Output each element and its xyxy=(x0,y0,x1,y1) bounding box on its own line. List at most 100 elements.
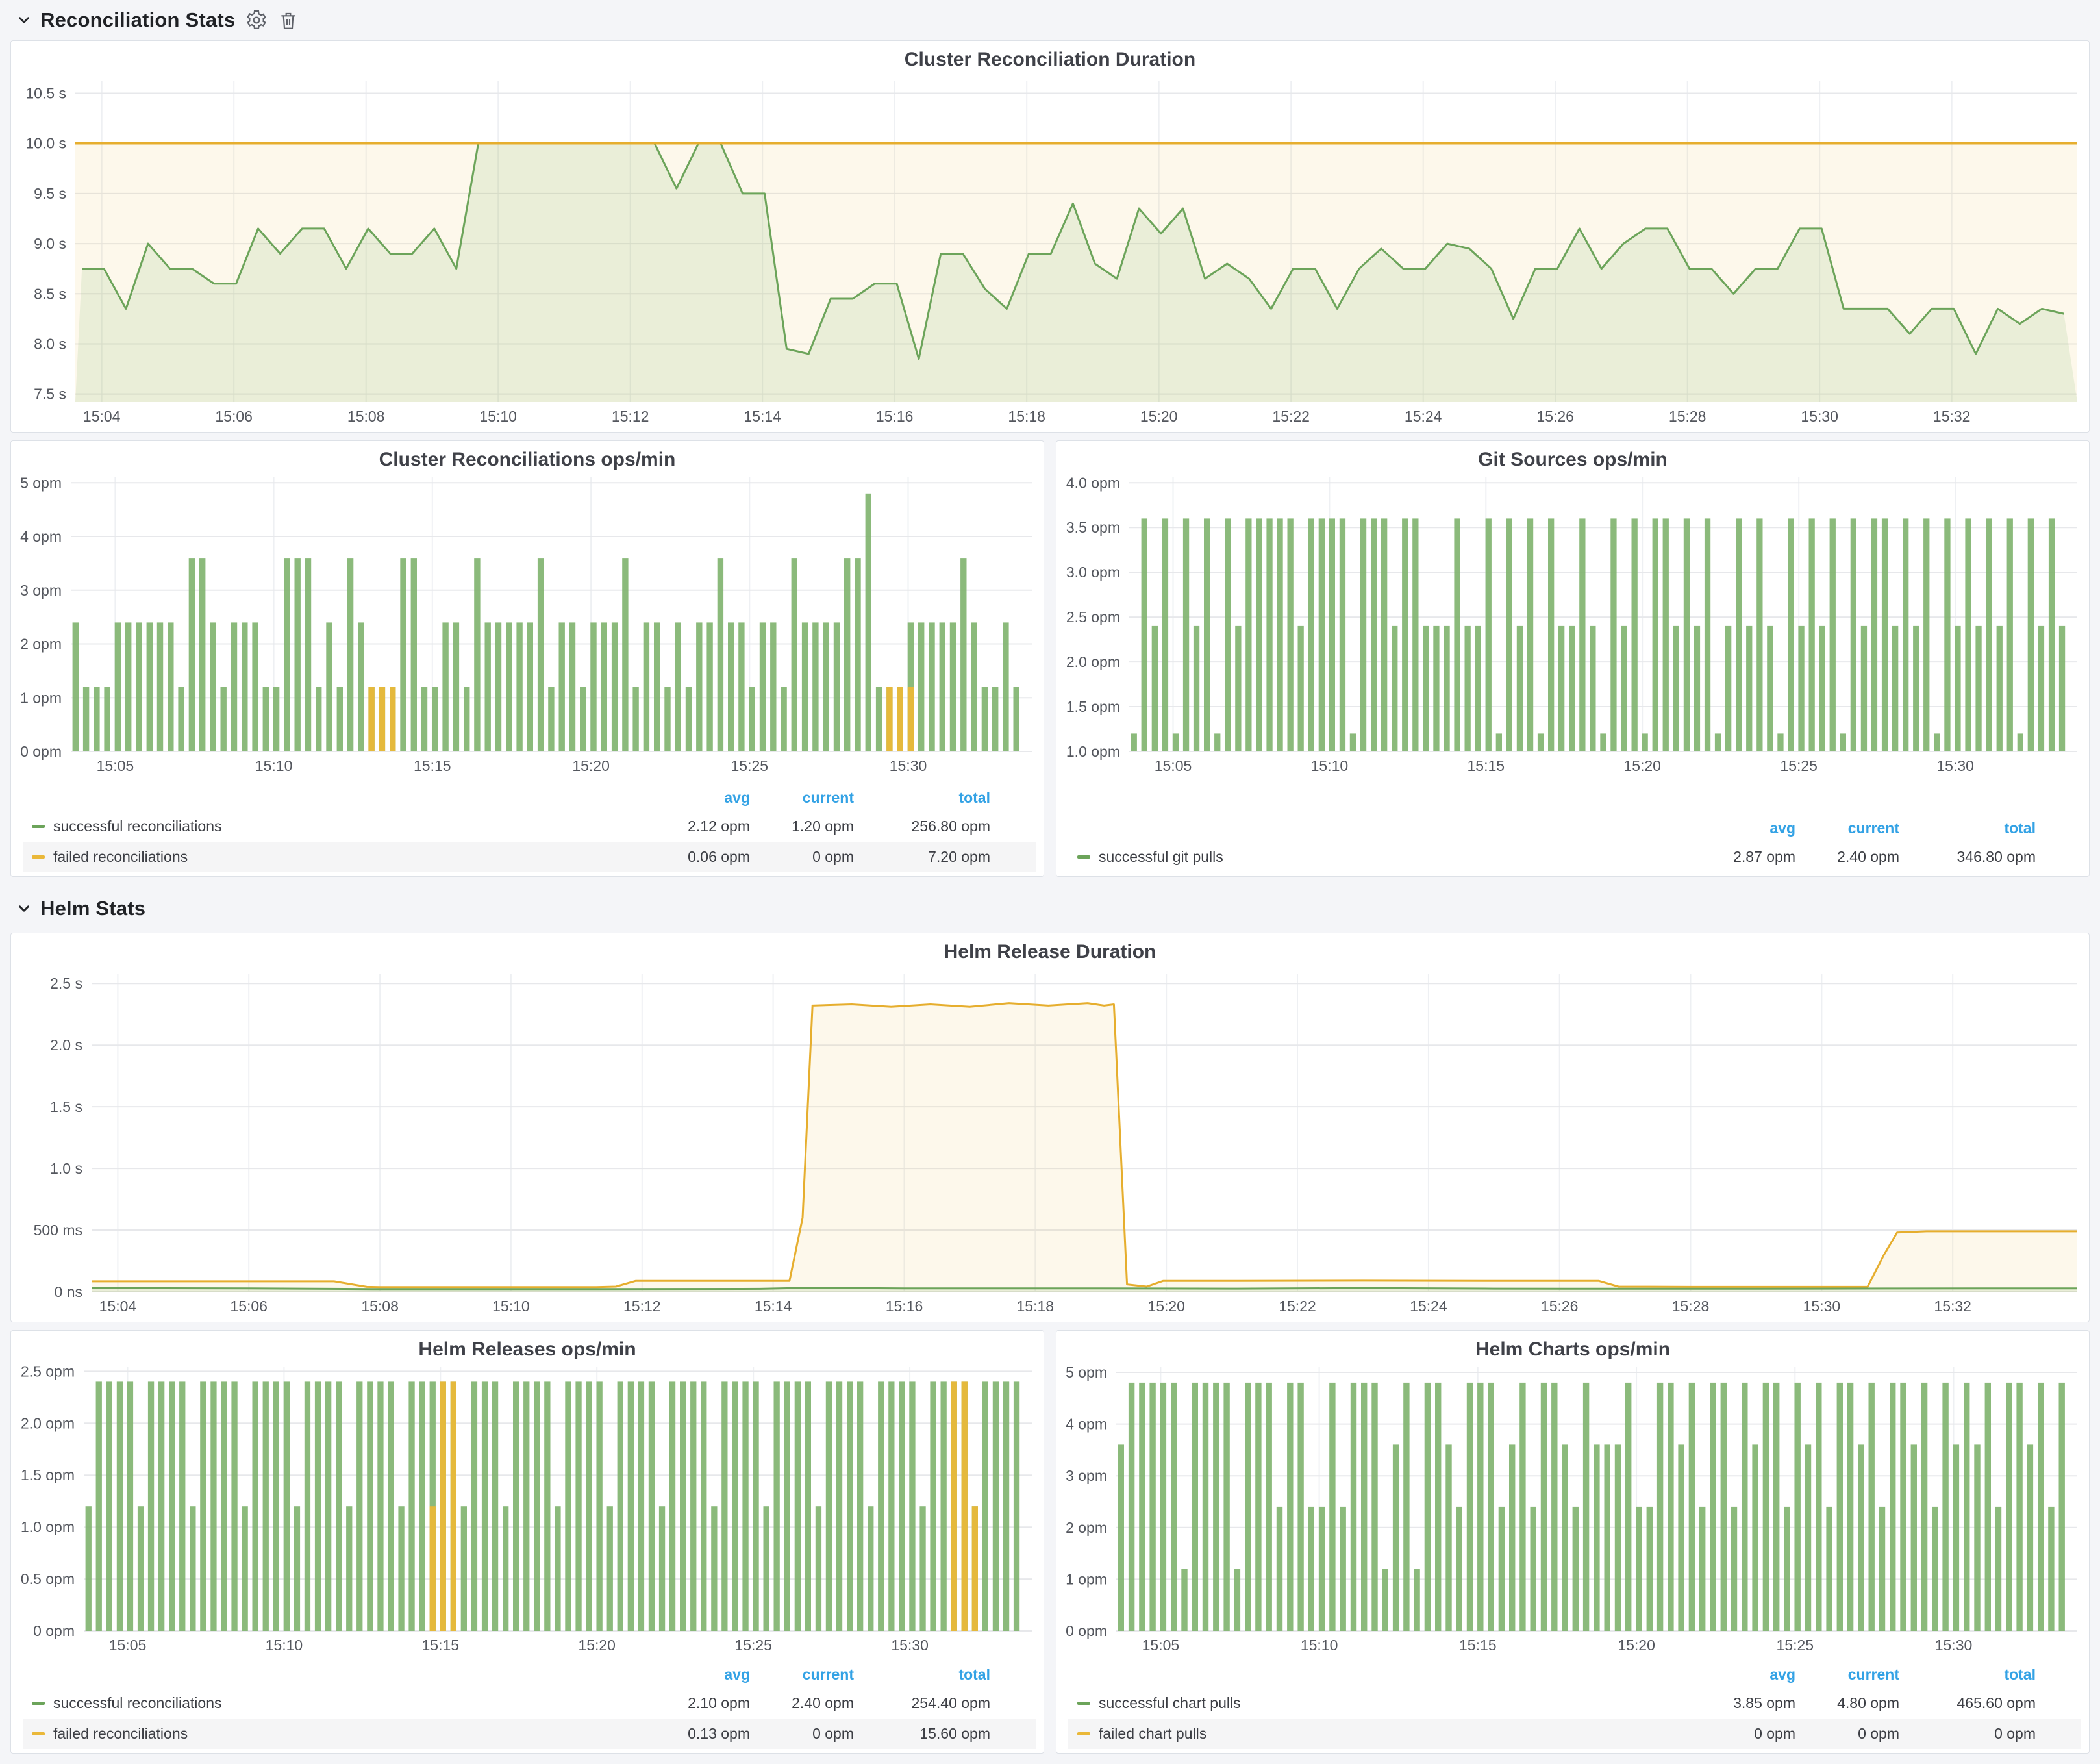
svg-text:1.0 opm: 1.0 opm xyxy=(21,1518,75,1535)
legend-column-total[interactable]: total xyxy=(854,789,990,807)
svg-text:2.5 opm: 2.5 opm xyxy=(21,1363,75,1380)
svg-text:3.0 opm: 3.0 opm xyxy=(1066,564,1120,581)
svg-text:15:04: 15:04 xyxy=(83,408,121,425)
gear-icon[interactable] xyxy=(245,9,268,31)
legend-series-name[interactable]: successful chart pulls xyxy=(1068,1695,1692,1712)
legend-series-name[interactable]: failed reconciliations xyxy=(23,848,646,866)
legend-column-avg[interactable]: avg xyxy=(646,789,750,807)
legend-swatch-green xyxy=(1077,855,1090,859)
chart-svg: 15:0415:0615:0815:1015:1215:1415:1615:18… xyxy=(14,967,2086,1315)
helm-release-duration-chart[interactable]: 15:0415:0615:0815:1015:1215:1415:1615:18… xyxy=(14,967,2086,1315)
legend-column-current[interactable]: current xyxy=(750,1666,854,1683)
legend-header: avgcurrenttotal xyxy=(1068,814,2081,842)
panel-cluster-reconciliation-duration: Cluster Reconciliation Duration 15:04 15:… xyxy=(10,40,2090,433)
panel-title[interactable]: Helm Release Duration xyxy=(11,941,2089,963)
svg-text:15:20: 15:20 xyxy=(578,1637,616,1654)
panel-title[interactable]: Cluster Reconciliation Duration xyxy=(11,49,2089,71)
legend-swatch-green xyxy=(32,1702,45,1705)
svg-text:15:14: 15:14 xyxy=(744,408,781,425)
legend-header: avgcurrenttotal xyxy=(1068,1661,2081,1688)
legend-column-current[interactable]: current xyxy=(750,789,854,807)
legend-series-name[interactable]: failed reconciliations xyxy=(23,1725,646,1743)
legend-row: successful reconciliations2.10 opm2.40 o… xyxy=(23,1688,1036,1719)
legend-column-current[interactable]: current xyxy=(1795,820,1899,837)
panel-helm-charts-opm: Helm Charts ops/min 15:0515:1015:1515:20… xyxy=(1056,1330,2090,1754)
legend-column-current[interactable]: current xyxy=(1795,1666,1899,1683)
legend-column-total[interactable]: total xyxy=(1899,1666,2036,1683)
legend-column-total[interactable]: total xyxy=(854,1666,990,1683)
legend-row: successful git pulls2.87 opm2.40 opm346.… xyxy=(1068,842,2081,872)
svg-text:15:25: 15:25 xyxy=(1777,1637,1814,1654)
legend-row: failed chart pulls0 opm0 opm0 opm xyxy=(1068,1719,2081,1749)
svg-text:15:15: 15:15 xyxy=(414,757,451,774)
svg-text:0 opm: 0 opm xyxy=(33,1622,75,1639)
legend-column-avg[interactable]: avg xyxy=(1692,820,1795,837)
svg-text:15:10: 15:10 xyxy=(492,1298,530,1315)
section-title: Helm Stats xyxy=(40,897,145,920)
svg-text:15:26: 15:26 xyxy=(1536,408,1574,425)
legend-value: 4.80 opm xyxy=(1795,1695,1899,1712)
svg-text:15:16: 15:16 xyxy=(886,1298,923,1315)
legend-series-name[interactable]: failed chart pulls xyxy=(1068,1725,1692,1743)
svg-text:15:04: 15:04 xyxy=(99,1298,137,1315)
svg-text:15:16: 15:16 xyxy=(876,408,914,425)
legend-series-name[interactable]: successful reconciliations xyxy=(23,818,646,835)
panel-cluster-reconciliations-opm: Cluster Reconciliations ops/min 15:0515:… xyxy=(10,440,1044,877)
legend-value: 465.60 opm xyxy=(1899,1695,2036,1712)
section-collapse-helm-stats[interactable]: Helm Stats xyxy=(16,897,145,920)
legend-value: 254.40 opm xyxy=(854,1695,990,1712)
panel-title[interactable]: Helm Charts ops/min xyxy=(1056,1339,2089,1361)
panel-title[interactable]: Helm Releases ops/min xyxy=(11,1339,1044,1361)
legend-value: 0 opm xyxy=(750,848,854,866)
svg-text:15:05: 15:05 xyxy=(109,1637,147,1654)
panel-git-sources-opm: Git Sources ops/min 15:0515:1015:1515:20… xyxy=(1056,440,2090,877)
chart-svg: 15:0515:1015:1515:2015:2515:305 opm4 opm… xyxy=(14,471,1041,775)
legend-column-avg[interactable]: avg xyxy=(646,1666,750,1683)
svg-text:15:20: 15:20 xyxy=(1140,408,1178,425)
chevron-down-icon xyxy=(16,12,32,29)
legend-swatch-green xyxy=(32,825,45,828)
svg-text:9.0 s: 9.0 s xyxy=(34,235,66,252)
legend-helm-charts: avgcurrenttotalsuccessful chart pulls3.8… xyxy=(1068,1661,2081,1749)
svg-text:15:30: 15:30 xyxy=(1935,1637,1973,1654)
cluster-reconciliation-duration-chart[interactable]: 15:0415:0615:0815:1015:1215:1415:1615:18… xyxy=(14,75,2086,425)
svg-text:1.0 s: 1.0 s xyxy=(50,1160,82,1177)
legend-series-label: failed chart pulls xyxy=(1099,1725,1206,1743)
svg-text:15:22: 15:22 xyxy=(1279,1298,1316,1315)
chevron-down-icon xyxy=(16,900,32,917)
svg-text:4.0 opm: 4.0 opm xyxy=(1066,474,1120,491)
legend-value: 346.80 opm xyxy=(1899,848,2036,866)
legend-series-name[interactable]: successful reconciliations xyxy=(23,1695,646,1712)
svg-text:1 opm: 1 opm xyxy=(20,689,62,706)
git-sources-chart[interactable]: 15:0515:1015:1515:2015:2515:304.0 opm3.5… xyxy=(1059,471,2086,775)
svg-text:2.0 opm: 2.0 opm xyxy=(1066,653,1120,670)
legend-helm-releases: avgcurrenttotal successful reconciliation… xyxy=(23,1661,1036,1749)
svg-text:15:12: 15:12 xyxy=(612,408,649,425)
svg-text:2.0 opm: 2.0 opm xyxy=(21,1415,75,1431)
svg-text:2.0 s: 2.0 s xyxy=(50,1037,82,1053)
svg-text:15:05: 15:05 xyxy=(1142,1637,1180,1654)
legend-value: 1.20 opm xyxy=(750,818,854,835)
legend-series-label: successful chart pulls xyxy=(1099,1695,1241,1712)
panel-title[interactable]: Git Sources ops/min xyxy=(1056,449,2089,471)
svg-text:15:10: 15:10 xyxy=(255,757,293,774)
legend-column-total[interactable]: total xyxy=(1899,820,2036,837)
panel-helm-release-duration: Helm Release Duration 15:0415:0615:0815:… xyxy=(10,933,2090,1322)
svg-text:10.0 s: 10.0 s xyxy=(25,135,66,152)
chart-svg: 15:0415:0615:0815:1015:1215:1415:1615:18… xyxy=(14,75,2086,425)
svg-text:15:22: 15:22 xyxy=(1272,408,1310,425)
svg-text:15:30: 15:30 xyxy=(890,757,927,774)
legend-column-avg[interactable]: avg xyxy=(1692,1666,1795,1683)
svg-text:4 opm: 4 opm xyxy=(1066,1416,1107,1433)
cluster-reconciliations-chart[interactable]: 15:0515:1015:1515:2015:2515:305 opm4 opm… xyxy=(14,471,1041,775)
section-collapse-reconciliation-stats[interactable]: Reconciliation Stats xyxy=(16,8,235,32)
svg-text:15:14: 15:14 xyxy=(755,1298,792,1315)
helm-charts-chart[interactable]: 15:0515:1015:1515:2015:2515:305 opm4 opm… xyxy=(1059,1361,2086,1654)
helm-releases-chart[interactable]: 15:0515:1015:1515:2015:2515:302.5 opm2.0… xyxy=(14,1361,1041,1654)
legend-series-name[interactable]: successful git pulls xyxy=(1068,848,1692,866)
legend-series-label: successful reconciliations xyxy=(53,1695,222,1712)
trash-icon[interactable] xyxy=(278,10,299,31)
svg-text:15:06: 15:06 xyxy=(215,408,253,425)
panel-title[interactable]: Cluster Reconciliations ops/min xyxy=(11,449,1044,471)
legend-cluster-reconciliations: avgcurrenttotal successful reconciliation… xyxy=(23,784,1036,872)
